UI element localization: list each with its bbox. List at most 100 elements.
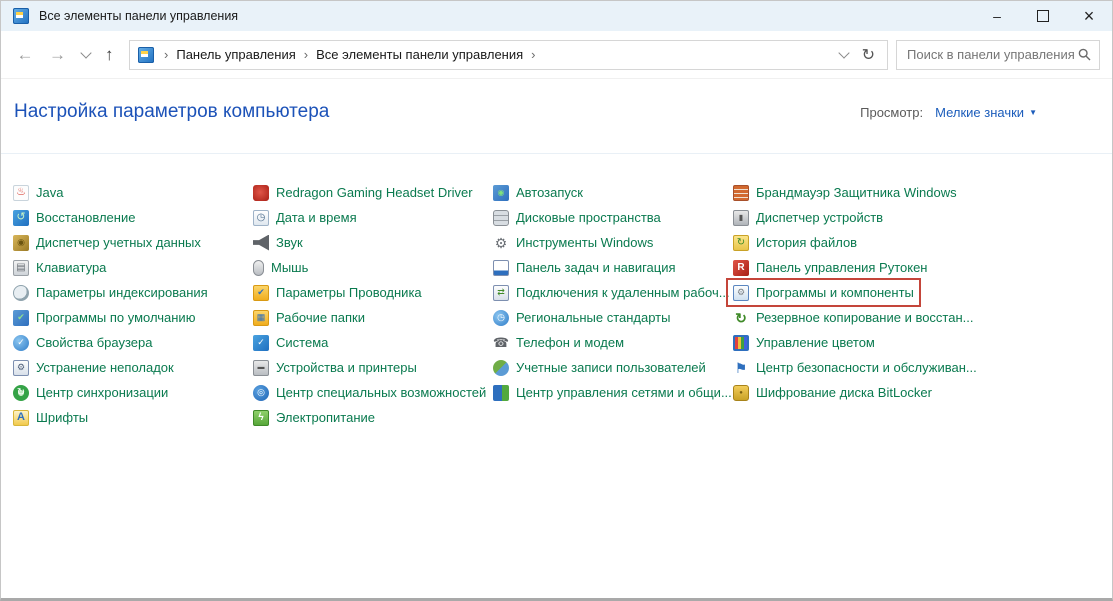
close-button[interactable]: × (1066, 1, 1112, 31)
internet-options-icon: ✓ (13, 335, 29, 351)
breadcrumb-control-panel[interactable]: Панель управления (170, 47, 301, 62)
sound-icon (253, 235, 269, 251)
keyboard-icon: ▤ (13, 260, 29, 276)
control-panel-item[interactable]: ✔Программы по умолчанию (8, 305, 200, 330)
control-panel-item[interactable]: Панель задач и навигация (488, 255, 681, 280)
control-panel-item[interactable]: ✓Свойства браузера (8, 330, 157, 355)
item-label: Автозапуск (516, 185, 583, 200)
control-panel-item[interactable]: Центр управления сетями и общи... (488, 380, 737, 405)
control-panel-item[interactable]: ✓Система (248, 330, 333, 355)
control-panel-item[interactable]: ⚙Инструменты Windows (488, 230, 658, 255)
item-label: Центр синхронизации (36, 385, 168, 400)
control-panel-item[interactable]: ♨Java (8, 180, 68, 205)
devices-printers-icon: ▬ (253, 360, 269, 376)
item-label: Брандмауэр Защитника Windows (756, 185, 957, 200)
address-bar[interactable]: › Панель управления › Все элементы панел… (129, 40, 888, 70)
security-maintenance-icon: ⚑ (733, 360, 749, 376)
refresh-icon[interactable]: ↻ (862, 45, 875, 65)
header-divider (1, 153, 1112, 154)
recent-pages-chevron-icon[interactable] (80, 47, 91, 58)
control-panel-item[interactable]: ✔Параметры Проводника (248, 280, 427, 305)
control-panel-item[interactable]: ⚙Программы и компоненты (728, 280, 919, 305)
page-title: Настройка параметров компьютера (14, 101, 329, 123)
control-panel-item[interactable]: Звук (248, 230, 308, 255)
device-manager-icon: ▮ (733, 210, 749, 226)
control-panel-item[interactable]: ◷Региональные стандарты (488, 305, 675, 330)
item-label: Центр безопасности и обслуживан... (756, 360, 977, 375)
back-button[interactable]: ← (17, 46, 34, 63)
firewall-icon (733, 185, 749, 201)
control-panel-item[interactable]: ◷Дата и время (248, 205, 362, 230)
control-panel-item[interactable]: Redragon Gaming Headset Driver (248, 180, 478, 205)
credential-manager-icon: ◉ (13, 235, 29, 251)
network-sharing-icon (493, 385, 509, 401)
control-panel-item[interactable]: ↻История файлов (728, 230, 862, 255)
item-label: Подключения к удаленным рабоч... (516, 285, 730, 300)
forward-button[interactable]: → (49, 46, 66, 63)
search-input[interactable] (905, 46, 1078, 63)
control-panel-item[interactable]: Управление цветом (728, 330, 880, 355)
breadcrumb-all-items[interactable]: Все элементы панели управления (310, 47, 529, 62)
control-panel-item[interactable]: ϟЭлектропитание (248, 405, 380, 430)
item-label: Панель управления Рутокен (756, 260, 928, 275)
control-panel-item[interactable]: ☎Телефон и модем (488, 330, 629, 355)
view-value-link[interactable]: Мелкие значки (935, 105, 1024, 120)
control-panel-item[interactable]: ⇄ Подключения к удаленным рабоч... (488, 280, 735, 305)
control-panel-item[interactable]: RПанель управления Рутокен (728, 255, 933, 280)
recovery-icon: ↺ (13, 210, 29, 226)
control-panel-item[interactable]: Мышь (248, 255, 313, 280)
windows-tools-icon: ⚙ (493, 235, 509, 251)
control-panel-item[interactable]: ↻Центр синхронизации (8, 380, 173, 405)
control-panel-item[interactable]: ◎ Центр специальных возможностей (248, 380, 491, 405)
items-column: Брандмауэр Защитника Windows ▮ Диспетчер у… (733, 180, 973, 430)
fonts-icon: A (13, 410, 29, 426)
item-label: Телефон и модем (516, 335, 624, 350)
item-label: Центр специальных возможностей (276, 385, 486, 400)
control-panel-item[interactable]: Учетные записи пользователей (488, 355, 711, 380)
item-label: Программы и компоненты (756, 285, 914, 300)
date-time-icon: ◷ (253, 210, 269, 226)
control-panel-item[interactable]: ▬Устройства и принтеры (248, 355, 422, 380)
backup-restore-icon: ↻ (733, 310, 749, 326)
navigation-toolbar: ← → ↑ › Панель управления › Все элементы… (1, 31, 1112, 79)
control-panel-item[interactable]: A Шрифты (8, 405, 93, 430)
control-panel-item[interactable]: ↺ Восстановление (8, 205, 140, 230)
titlebar: Все элементы панели управления – × (1, 1, 1112, 31)
minimize-button[interactable]: – (974, 1, 1020, 31)
items-column: Redragon Gaming Headset Driver◷Дата и вр… (253, 180, 493, 430)
up-button[interactable]: ↑ (105, 46, 114, 63)
breadcrumb-separator: › (162, 47, 170, 62)
items-column: ◉АвтозапускДисковые пространства⚙Инструм… (493, 180, 733, 430)
control-panel-app-icon (13, 8, 29, 24)
item-label: Java (36, 185, 63, 200)
item-label: Redragon Gaming Headset Driver (276, 185, 473, 200)
user-accounts-icon (493, 360, 509, 376)
indexing-options-icon (13, 285, 29, 301)
region-icon: ◷ (493, 310, 509, 326)
control-panel-item[interactable]: ◉Диспетчер учетных данных (8, 230, 206, 255)
control-panel-window: Все элементы панели управления – × ← → ↑… (0, 0, 1113, 601)
control-panel-item[interactable]: Дисковые пространства (488, 205, 666, 230)
item-label: Дисковые пространства (516, 210, 661, 225)
control-panel-item[interactable]: ◉Автозапуск (488, 180, 588, 205)
control-panel-item[interactable]: ●Шифрование диска BitLocker (728, 380, 937, 405)
maximize-button[interactable] (1020, 1, 1066, 31)
item-label: Шрифты (36, 410, 88, 425)
ease-of-access-icon: ◎ (253, 385, 269, 401)
item-label: Диспетчер устройств (756, 210, 883, 225)
view-dropdown-caret-icon[interactable]: ▼ (1029, 108, 1037, 117)
control-panel-item[interactable]: ▮ Диспетчер устройств (728, 205, 888, 230)
control-panel-item[interactable]: ↻Резервное копирование и восстан... (728, 305, 979, 330)
item-label: Восстановление (36, 210, 135, 225)
control-panel-item[interactable]: ⚑ Центр безопасности и обслуживан... (728, 355, 982, 380)
items-column: ♨Java↺Восстановление◉Диспетчер учетных д… (13, 180, 253, 430)
control-panel-item[interactable]: ⚙Устранение неполадок (8, 355, 179, 380)
address-dropdown-chevron-icon[interactable] (838, 47, 849, 58)
control-panel-item[interactable]: Брандмауэр Защитника Windows (728, 180, 962, 205)
search-box[interactable] (896, 40, 1100, 70)
control-panel-item[interactable]: Параметры индексирования (8, 280, 213, 305)
control-panel-item[interactable]: ▦Рабочие папки (248, 305, 370, 330)
control-panel-item[interactable]: ▤Клавиатура (8, 255, 111, 280)
item-label: Система (276, 335, 328, 350)
remote-desktop-icon: ⇄ (493, 285, 509, 301)
